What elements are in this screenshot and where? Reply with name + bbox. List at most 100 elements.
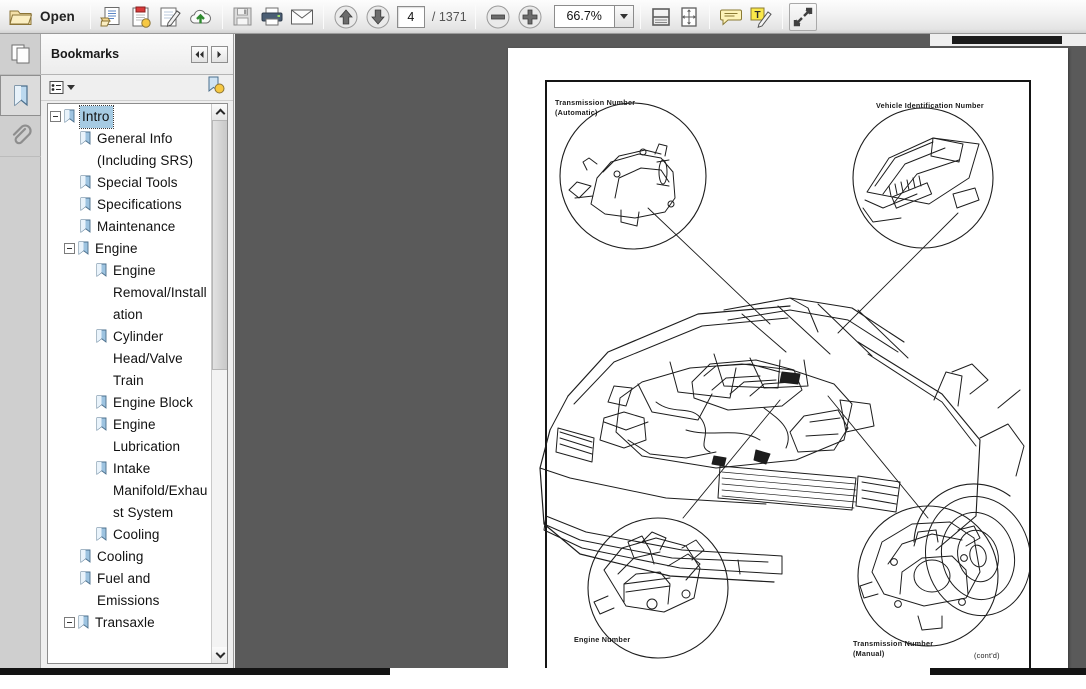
- scrollbar-thumb[interactable]: [952, 36, 1062, 44]
- bookmark-item[interactable]: Cooling: [48, 546, 212, 568]
- zoom-in-icon: [518, 5, 542, 28]
- bookmark-item[interactable]: Fuel and Emissions: [48, 568, 212, 612]
- fullscreen-button[interactable]: [788, 2, 817, 31]
- sticky-note-button[interactable]: [716, 3, 746, 31]
- bookmark-item[interactable]: Special Tools: [48, 172, 212, 194]
- vehicle-identification-number-label: Vehicle Identification Number: [876, 101, 984, 110]
- bookmark-item-label: Maintenance: [97, 219, 176, 234]
- toolbar-separator-1: [89, 4, 91, 29]
- main-toolbar: Open 4 / 1371 66.7% T: [0, 0, 1086, 34]
- sticky-note-icon: [719, 9, 742, 26]
- next-page-icon: [366, 5, 390, 28]
- bookmarks-icon: [13, 84, 28, 106]
- bookmark-item[interactable]: Transaxle: [48, 612, 212, 634]
- bookmark-item[interactable]: Intake Manifold/Exhaust System: [48, 458, 212, 524]
- svg-text:T: T: [754, 10, 760, 21]
- bookmark-item-label: Cooling: [113, 527, 160, 542]
- bookmark-item[interactable]: Cylinder Head/Valve Train: [48, 326, 212, 392]
- edit-pdf-button[interactable]: [155, 3, 185, 31]
- bookmark-item-icon: [96, 461, 107, 475]
- bookmarks-tree: Intro General Info (Including SRS) Special…: [48, 104, 212, 663]
- bookmark-item-label: General Info (Including SRS): [97, 131, 194, 168]
- fullscreen-icon: [793, 7, 812, 26]
- sidebar-item-pages[interactable]: [0, 34, 41, 75]
- bookmark-item[interactable]: Maintenance: [48, 216, 212, 238]
- zoom-in-button[interactable]: [514, 3, 546, 31]
- bookmark-collapse-toggle[interactable]: [50, 111, 61, 122]
- bookmarks-panel-header: Bookmarks: [41, 34, 233, 75]
- bookmark-item[interactable]: Specifications: [48, 194, 212, 216]
- bookmark-item[interactable]: Engine Lubrication: [48, 414, 212, 458]
- bookmarks-toolbar: [41, 75, 233, 101]
- highlight-text-icon: T: [750, 7, 772, 28]
- print-icon: [261, 7, 283, 26]
- open-file-button[interactable]: Open: [4, 2, 84, 32]
- bookmark-item[interactable]: Intro: [48, 105, 212, 129]
- save-copy-icon: [99, 6, 120, 26]
- previous-page-button[interactable]: [330, 3, 362, 31]
- open-file-icon: [9, 10, 33, 25]
- bookmark-options-button[interactable]: [49, 80, 75, 95]
- email-button[interactable]: [287, 3, 317, 31]
- bookmark-item[interactable]: Engine Block: [48, 392, 212, 414]
- scroll-down-button[interactable]: [212, 647, 227, 663]
- page-total-label: / 1371: [431, 9, 467, 24]
- save-copy-button[interactable]: [97, 3, 126, 31]
- bookmark-item-label: Engine Block: [113, 395, 193, 410]
- bookmark-item[interactable]: Cooling: [48, 524, 212, 546]
- bookmark-item-icon: [96, 329, 107, 343]
- zoom-out-button[interactable]: [482, 3, 514, 31]
- fit-width-button[interactable]: [647, 3, 675, 31]
- zoom-level-input[interactable]: 66.7%: [553, 5, 614, 28]
- pdf-page: Transmission Number (Automatic) Vehicle …: [508, 48, 1068, 668]
- highlight-text-button[interactable]: T: [746, 3, 776, 31]
- edit-pdf-icon: [160, 7, 181, 27]
- bookmark-item-label: Special Tools: [97, 175, 178, 190]
- scrollbar-thumb[interactable]: [212, 120, 227, 370]
- bookmark-item-icon: [96, 527, 107, 541]
- bookmark-item-label: Specifications: [97, 197, 182, 212]
- bookmark-item-label: Intake Manifold/Exhaust System: [113, 461, 208, 520]
- bookmark-item-label: Engine: [95, 241, 138, 256]
- upload-cloud-button[interactable]: [185, 3, 216, 31]
- page-number-input[interactable]: 4: [396, 5, 425, 28]
- sidebar-item-attachments[interactable]: [0, 116, 41, 157]
- document-horizontal-scrollbar[interactable]: [930, 34, 1086, 46]
- toolbar-separator-6: [708, 4, 710, 29]
- bookmark-item-label: Cooling: [97, 549, 144, 564]
- print-button[interactable]: [257, 3, 287, 31]
- create-pdf-icon: [132, 6, 151, 28]
- next-page-button[interactable]: [362, 3, 394, 31]
- create-pdf-button[interactable]: [126, 3, 155, 31]
- chevron-up-icon: [215, 108, 225, 119]
- toolbar-separator-2: [221, 4, 223, 29]
- toolbar-separator-4: [474, 4, 476, 29]
- bookmark-item[interactable]: Engine Removal/Installation: [48, 260, 212, 326]
- double-chevron-left-icon: [195, 50, 204, 58]
- new-bookmark-icon: [208, 76, 225, 94]
- expand-panel-button[interactable]: [211, 45, 228, 63]
- bookmark-item-label: Cylinder Head/Valve Train: [113, 329, 183, 388]
- scroll-up-button[interactable]: [212, 104, 227, 120]
- collapse-panel-button[interactable]: [191, 45, 208, 63]
- toolbar-separator-7: [781, 4, 783, 29]
- document-viewport[interactable]: Transmission Number (Automatic) Vehicle …: [235, 34, 1086, 668]
- fit-page-button[interactable]: [675, 3, 703, 31]
- bookmark-item-icon: [96, 263, 107, 277]
- bookmark-item-icon: [64, 109, 75, 123]
- new-bookmark-button[interactable]: [206, 76, 225, 99]
- zoom-level-dropdown[interactable]: [613, 5, 634, 28]
- bookmark-collapse-toggle[interactable]: [64, 617, 75, 628]
- bookmark-item-label: Intro: [79, 105, 114, 129]
- save-button[interactable]: [229, 3, 257, 31]
- bookmark-item-icon: [96, 417, 107, 431]
- bookmark-item[interactable]: General Info (Including SRS): [48, 128, 212, 172]
- bookmarks-scrollbar[interactable]: [211, 104, 227, 663]
- fit-page-icon: [681, 6, 697, 27]
- chevron-down-icon: [215, 648, 225, 659]
- bookmark-collapse-toggle[interactable]: [64, 243, 75, 254]
- sidebar-item-bookmarks[interactable]: [0, 75, 41, 116]
- bookmark-item-icon: [80, 549, 91, 563]
- bookmark-item[interactable]: Engine: [48, 238, 212, 260]
- continued-label: (cont'd): [974, 651, 1000, 660]
